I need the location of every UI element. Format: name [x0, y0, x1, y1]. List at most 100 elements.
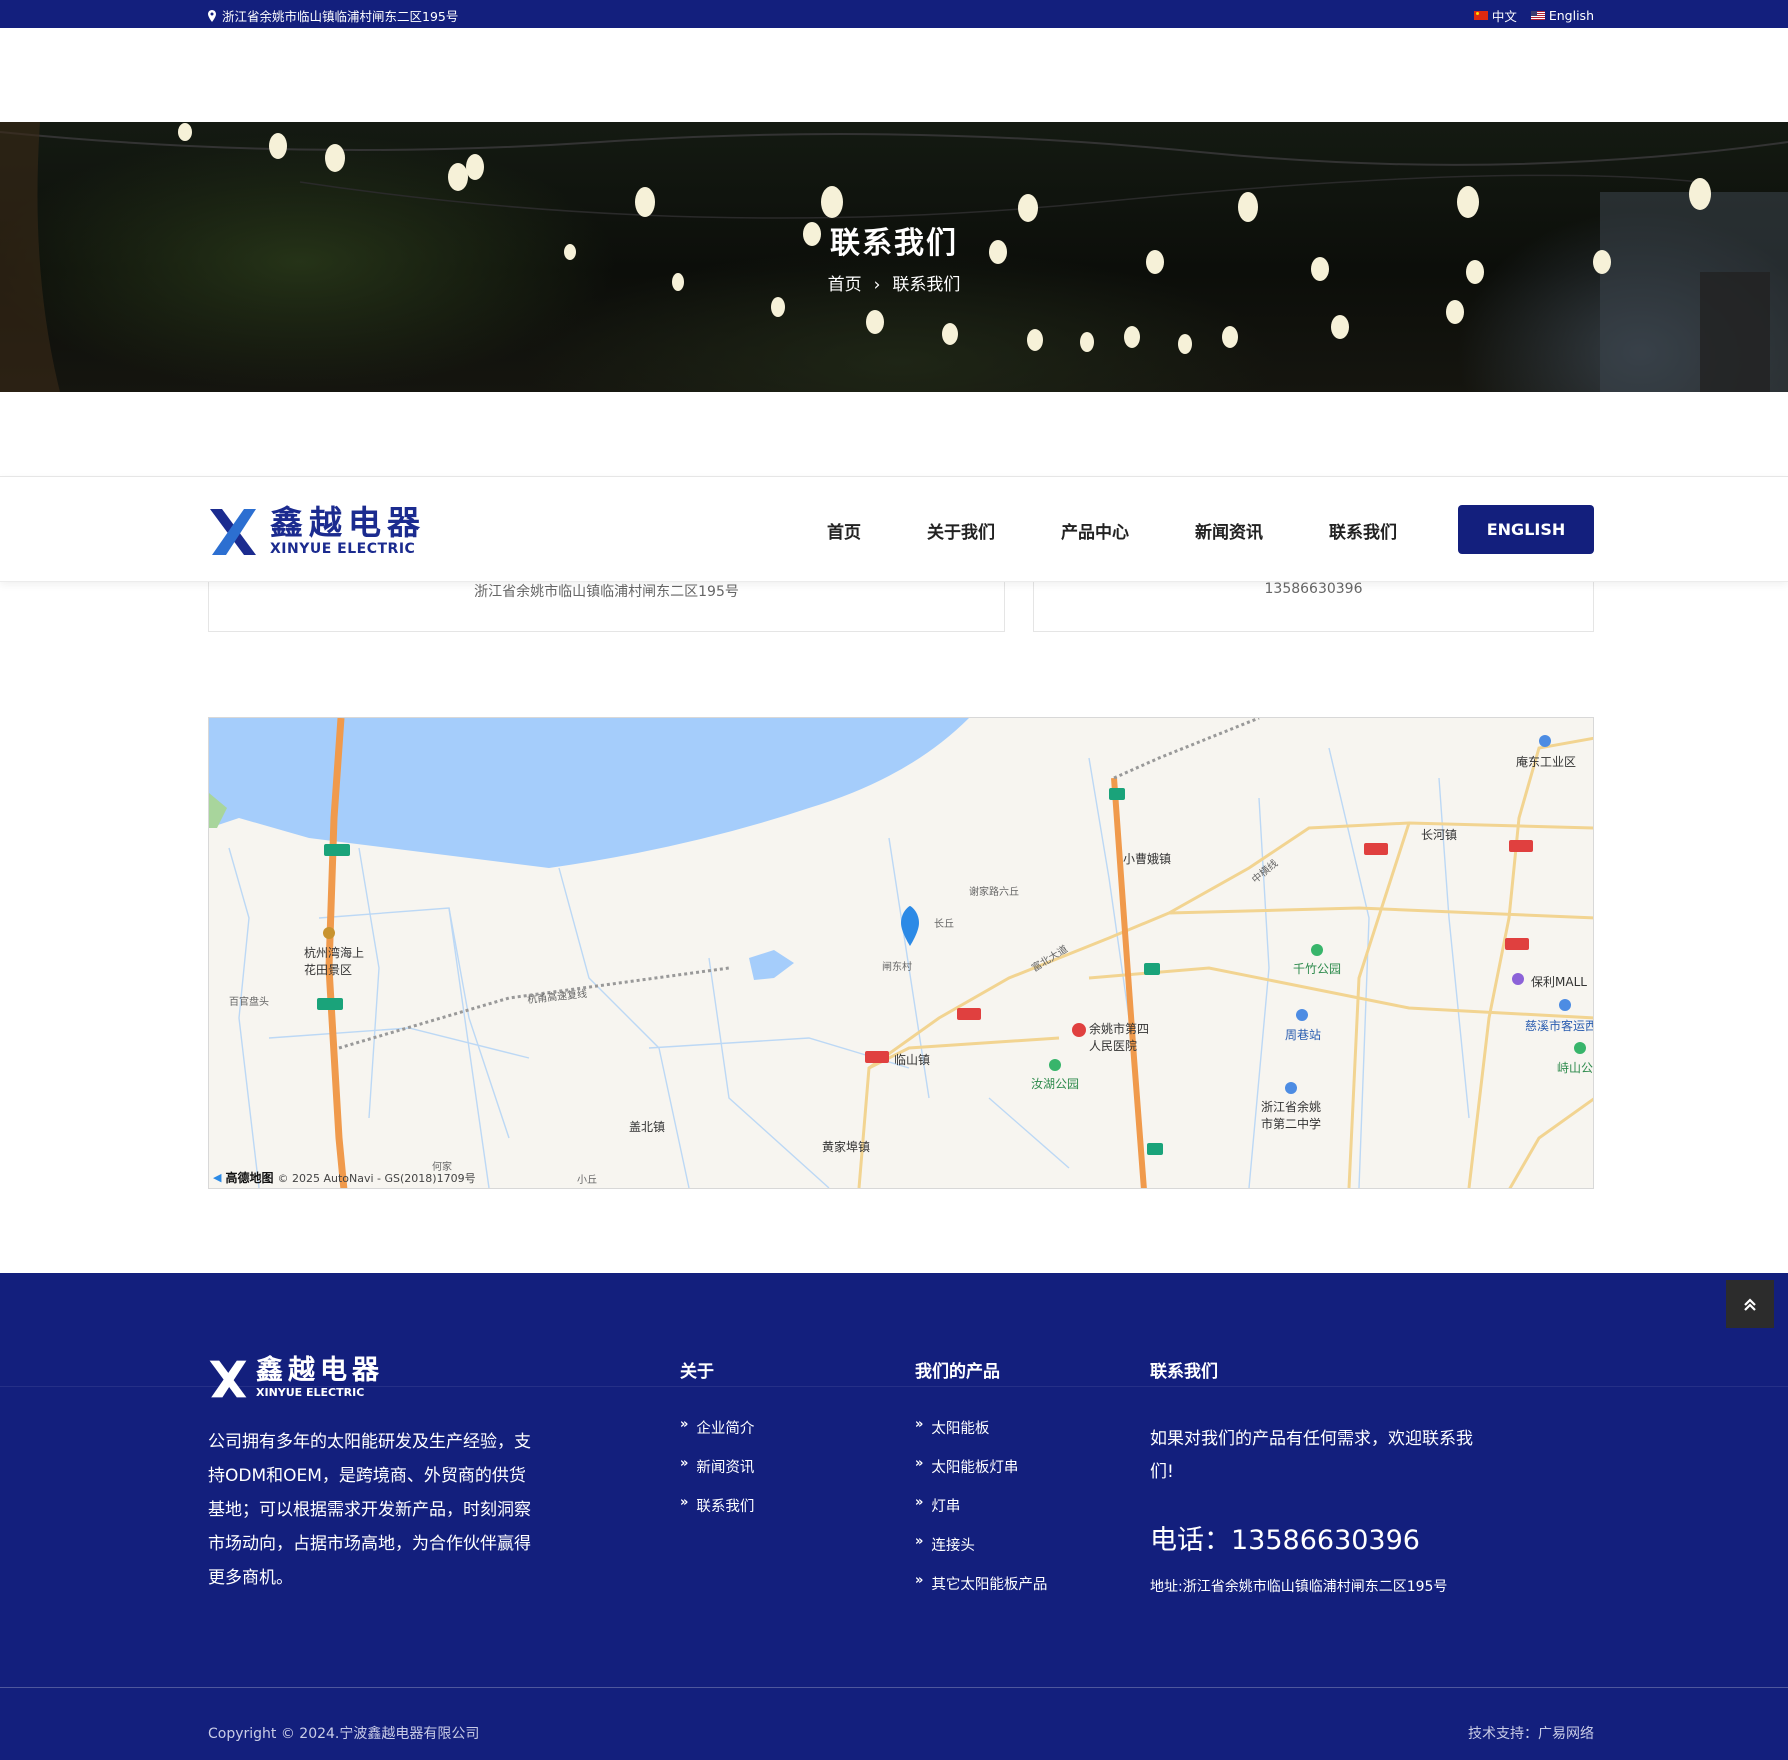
footer-link-label: 新闻资讯 — [696, 1460, 755, 1476]
map-label: 小曹娥镇 — [1123, 852, 1172, 866]
map-label: 余姚市第四人民医院 — [1089, 1022, 1150, 1053]
map-label: 长河镇 — [1421, 828, 1458, 842]
footer-contact-heading: 联系我们 — [1150, 1362, 1218, 1382]
map-label: 峙山公 — [1557, 1061, 1594, 1075]
double-chevron-right-icon: » — [915, 1495, 924, 1510]
map-credit-brand: 高德地图 — [225, 1171, 274, 1185]
top-address: 浙江省余姚市临山镇临浦村闸东二区195号 — [208, 6, 458, 25]
footer-logo[interactable]: 鑫越电器 XINYUE ELECTRIC — [208, 1355, 384, 1399]
map-label: 黄家埠镇 — [822, 1140, 871, 1154]
us-flag-icon — [1530, 11, 1545, 20]
double-chevron-right-icon: » — [915, 1573, 924, 1588]
map-label: 保利MALL — [1531, 975, 1587, 989]
breadcrumb-separator: › — [873, 275, 881, 295]
footer-link-solar-panel[interactable]: » 太阳能板 — [915, 1417, 1047, 1456]
page-title: 联系我们 — [830, 226, 958, 261]
footer-link-string-lights[interactable]: » 灯串 — [915, 1495, 1047, 1534]
double-chevron-right-icon: » — [680, 1495, 689, 1510]
map-credit-text: © 2025 AutoNavi - GS(2018)1709号 — [277, 1171, 476, 1185]
english-site-button[interactable]: ENGLISH — [1458, 505, 1594, 554]
logo-x-icon — [210, 509, 256, 555]
footer-link-news[interactable]: » 新闻资讯 — [680, 1456, 754, 1495]
logo-chinese-name: 鑫越电器 — [270, 503, 426, 542]
page-banner: 联系我们 首页 › 联系我们 — [0, 122, 1788, 392]
map-label: 盖北镇 — [629, 1120, 666, 1134]
double-chevron-up-icon — [1744, 1298, 1756, 1311]
breadcrumb: 首页 › 联系我们 — [0, 270, 1788, 295]
top-bar: 浙江省余姚市临山镇临浦村闸东二区195号 中文 English — [0, 0, 1788, 28]
double-chevron-right-icon: » — [915, 1534, 924, 1549]
nav-news[interactable]: 新闻资讯 — [1195, 518, 1263, 543]
double-chevron-right-icon: » — [915, 1417, 924, 1432]
footer-link-label: 灯串 — [931, 1499, 961, 1515]
address-card-text: 浙江省余姚市临山镇临浦村闸东二区195号 — [474, 584, 739, 600]
copyright-text: Copyright © 2024.宁波鑫越电器有限公司 — [208, 1726, 480, 1742]
footer-link-contact[interactable]: » 联系我们 — [680, 1495, 754, 1534]
breadcrumb-current: 联系我们 — [892, 275, 961, 295]
location-map[interactable]: 杭州湾海上花田景区 百官盘头 临山镇 闸东村 长丘 谢家路六丘 千竹公园 汝湖公… — [208, 717, 1594, 1189]
footer-bottom-divider — [0, 1687, 1788, 1688]
back-to-top-button[interactable] — [1726, 1280, 1774, 1328]
top-address-text: 浙江省余姚市临山镇临浦村闸东二区195号 — [222, 9, 459, 24]
map-label: 千竹公园 — [1293, 962, 1342, 976]
double-chevron-right-icon: » — [915, 1456, 924, 1471]
site-logo[interactable]: 鑫越电器 XINYUE ELECTRIC — [208, 503, 426, 557]
footer-about-heading: 关于 — [680, 1362, 714, 1382]
map-label: 小丘 — [577, 1175, 597, 1186]
double-chevron-right-icon: » — [680, 1417, 689, 1432]
china-flag-icon — [1473, 11, 1488, 20]
footer-link-company-profile[interactable]: » 企业简介 — [680, 1417, 754, 1456]
amap-logo-icon: ◀ — [213, 1171, 222, 1184]
footer-link-label: 太阳能板灯串 — [931, 1460, 1019, 1476]
footer-products-links: » 太阳能板 » 太阳能板灯串 » 灯串 » 连接头 » 其它太阳能板产品 — [915, 1417, 1047, 1612]
map-label: 长丘 — [934, 919, 954, 930]
map-label: 临山镇 — [894, 1053, 931, 1067]
footer-link-solar-string-lights[interactable]: » 太阳能板灯串 — [915, 1456, 1047, 1495]
tech-support-text[interactable]: 技术支持：广易网络 — [1468, 1723, 1594, 1743]
footer-link-label: 太阳能板 — [931, 1421, 990, 1437]
footer-phone: 电话：13586630396 — [1150, 1525, 1420, 1556]
map-label: 周巷站 — [1285, 1028, 1322, 1042]
map-label: 庵东工业区 — [1516, 755, 1577, 769]
footer-logo-chinese-name: 鑫越电器 — [256, 1355, 384, 1386]
map-label: 杭州湾海上花田景区 — [304, 946, 365, 977]
map-canvas[interactable] — [209, 718, 1594, 1189]
footer-link-connectors[interactable]: » 连接头 — [915, 1534, 1047, 1573]
lang-chinese[interactable]: 中文 — [1473, 6, 1517, 25]
footer-logo-english-name: XINYUE ELECTRIC — [256, 1386, 365, 1399]
nav-about[interactable]: 关于我们 — [927, 518, 995, 543]
map-credit: ◀ 高德地图 © 2025 AutoNavi - GS(2018)1709号 — [213, 1169, 476, 1186]
map-label: 闸东村 — [882, 962, 912, 973]
footer-address: 地址:浙江省余姚市临山镇临浦村闸东二区195号 — [1150, 1579, 1448, 1595]
map-label: 慈溪市客运西 — [1525, 1019, 1594, 1033]
footer-about-links: » 企业简介 » 新闻资讯 » 联系我们 — [680, 1417, 754, 1534]
logo-english-name: XINYUE ELECTRIC — [270, 541, 416, 557]
footer-link-label: 连接头 — [931, 1538, 975, 1554]
footer-logo-x-icon — [209, 1360, 247, 1397]
map-marker-icon[interactable] — [901, 906, 919, 946]
footer-link-label: 企业简介 — [696, 1421, 755, 1437]
site-footer: 鑫越电器 XINYUE ELECTRIC 公司拥有多年的太阳能研发及生产经验，支… — [0, 1273, 1788, 1760]
phone-card-text: 13586630396 — [1264, 581, 1363, 597]
footer-about-text: 公司拥有多年的太阳能研发及生产经验，支持ODM和OEM，是跨境商、外贸商的供货基… — [208, 1432, 531, 1588]
nav-products[interactable]: 产品中心 — [1061, 518, 1129, 543]
lang-english-label: English — [1548, 8, 1594, 23]
breadcrumb-home[interactable]: 首页 — [828, 275, 862, 295]
nav-home[interactable]: 首页 — [827, 518, 861, 543]
map-label: 谢家路六丘 — [969, 887, 1019, 898]
footer-link-label: 其它太阳能板产品 — [931, 1577, 1048, 1593]
footer-link-other-solar[interactable]: » 其它太阳能板产品 — [915, 1573, 1047, 1612]
language-switcher: 中文 English — [1473, 6, 1594, 25]
main-header: 鑫越电器 XINYUE ELECTRIC 首页 关于我们 产品中心 新闻资讯 联… — [0, 476, 1788, 582]
map-label: 汝湖公园 — [1031, 1077, 1080, 1091]
map-label: 百官盘头 — [229, 997, 269, 1008]
map-label: 浙江省余姚市第二中学 — [1261, 1100, 1322, 1131]
location-pin-icon — [208, 9, 216, 22]
lang-chinese-label: 中文 — [1491, 9, 1517, 24]
footer-products-heading: 我们的产品 — [915, 1362, 1000, 1382]
double-chevron-right-icon: » — [680, 1456, 689, 1471]
footer-contact-text: 如果对我们的产品有任何需求，欢迎联系我们! — [1150, 1429, 1473, 1482]
nav-contact[interactable]: 联系我们 — [1329, 518, 1397, 543]
lang-english[interactable]: English — [1530, 6, 1594, 25]
footer-link-label: 联系我们 — [696, 1499, 755, 1515]
